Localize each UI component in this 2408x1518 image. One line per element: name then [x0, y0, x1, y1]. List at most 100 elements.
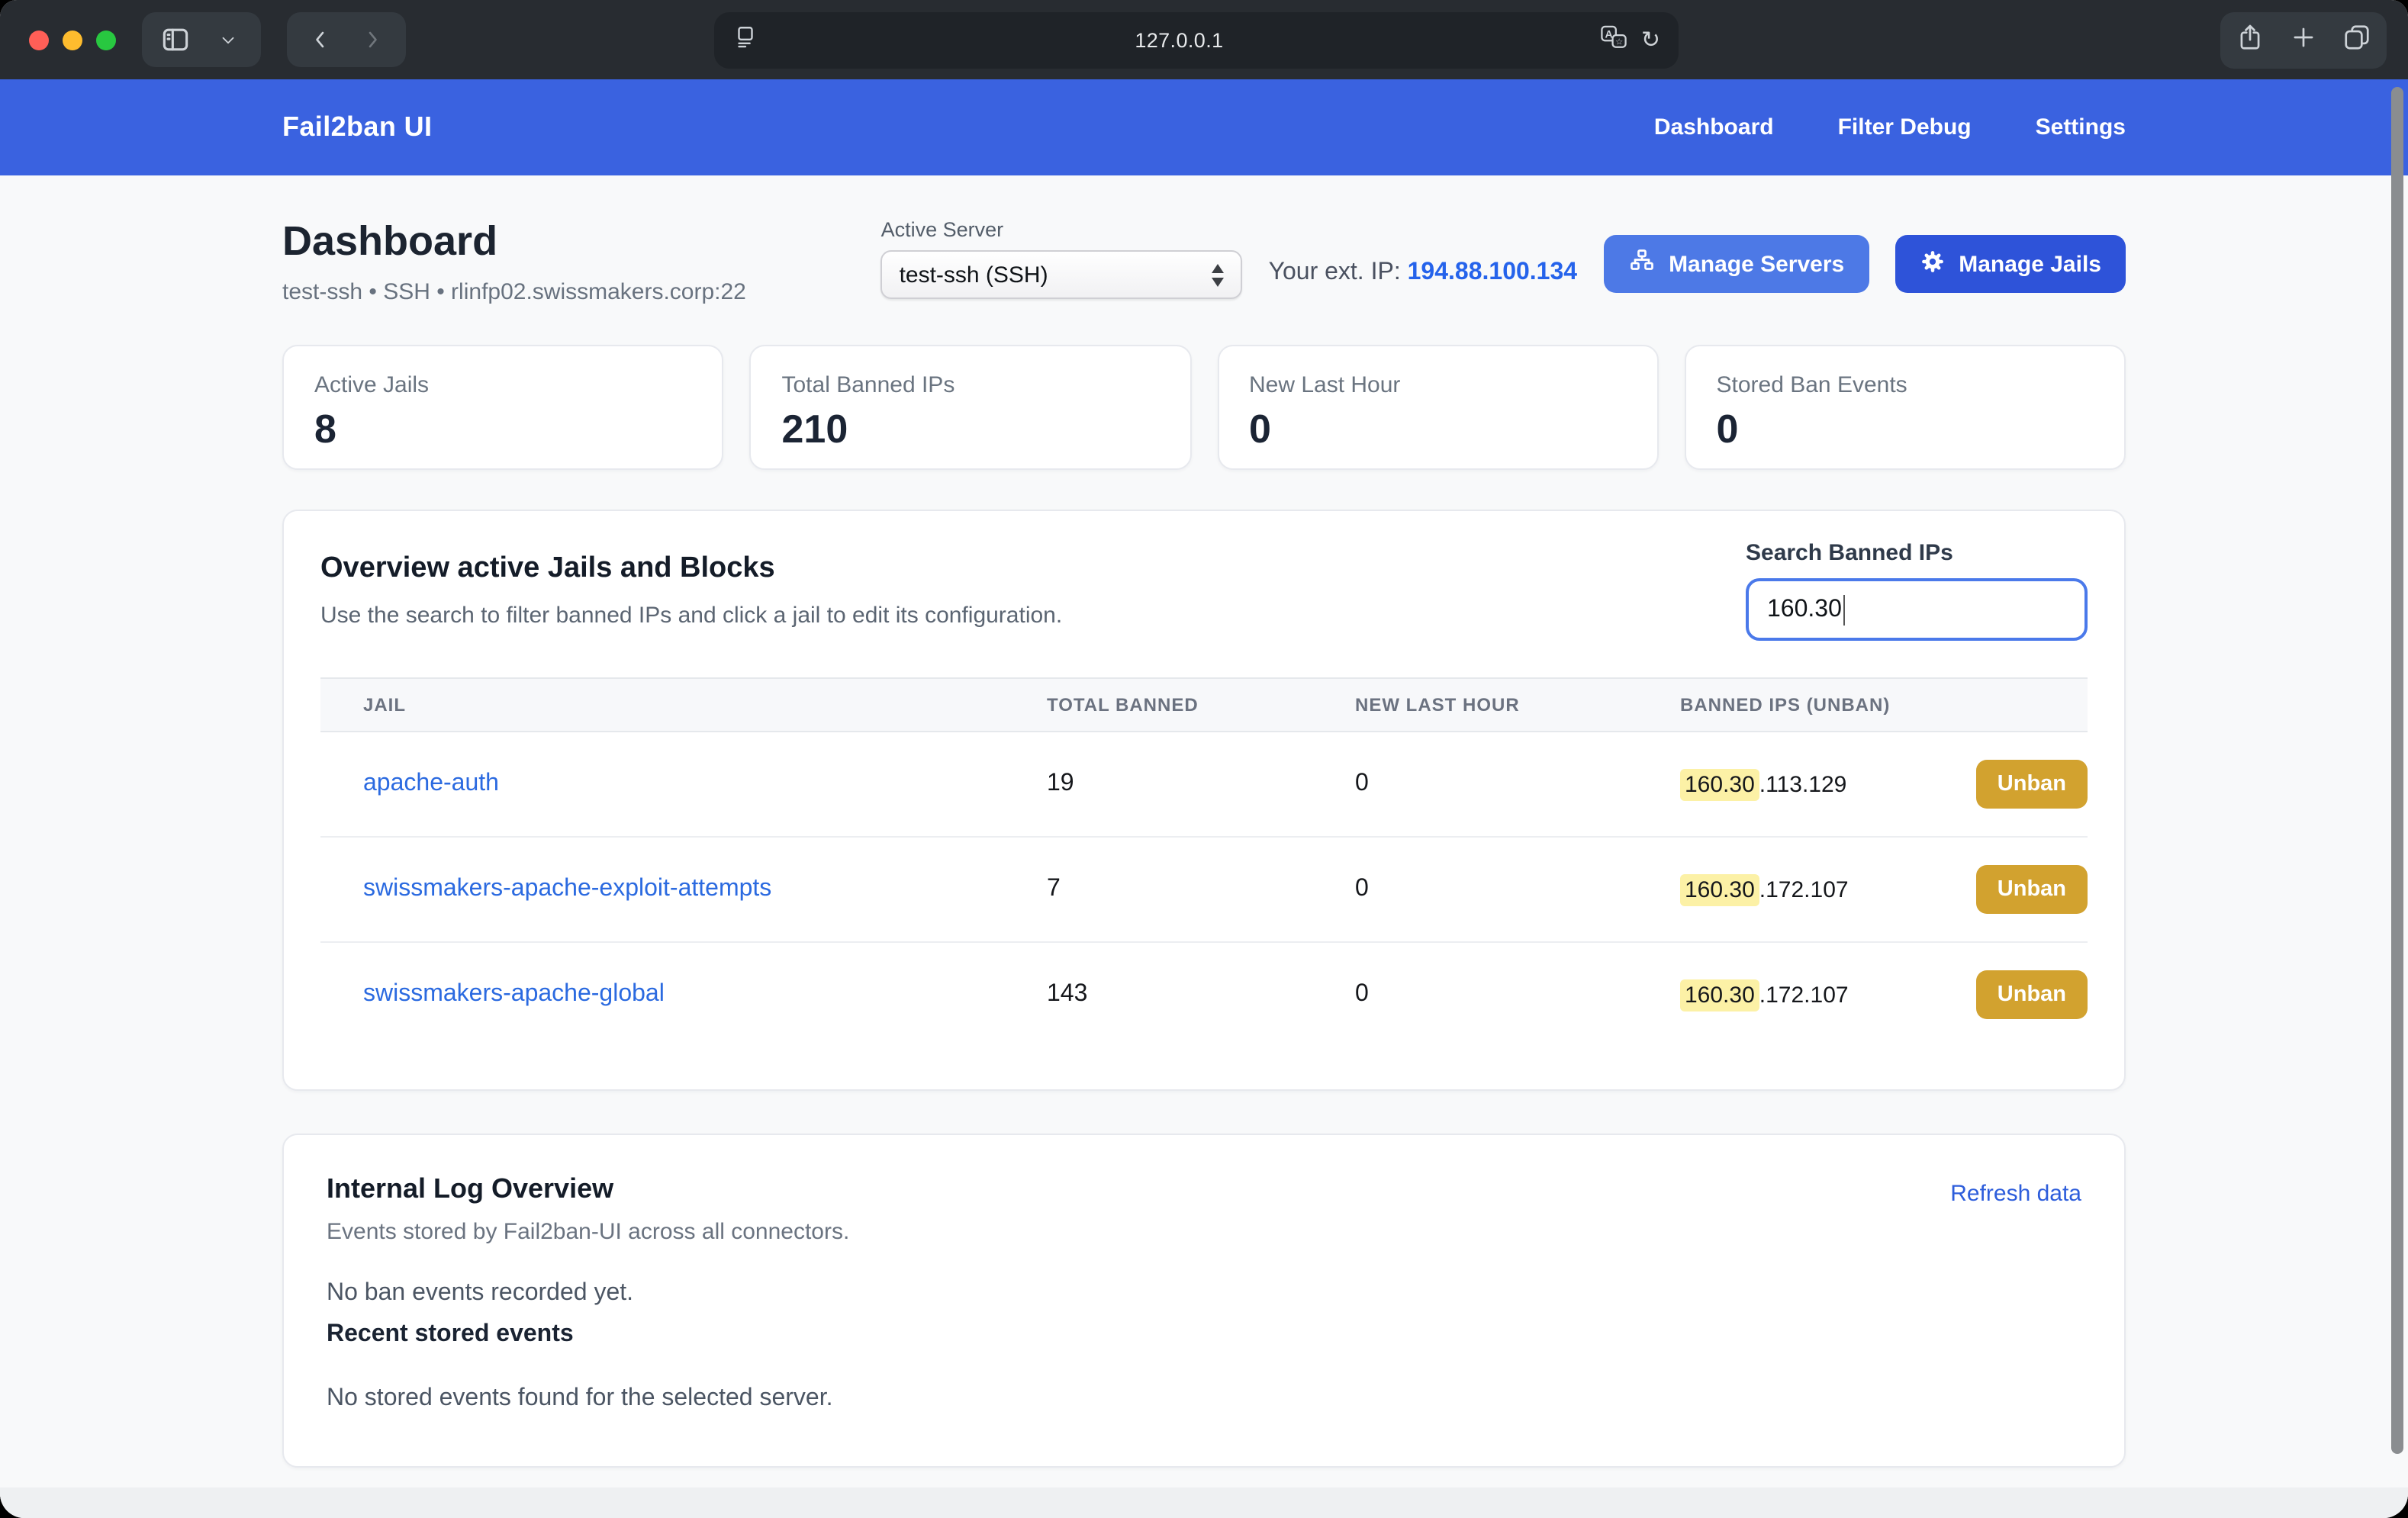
- stat-label: Total Banned IPs: [782, 372, 1160, 398]
- ip-rest: .172.107: [1759, 982, 1849, 1008]
- page-content: Dashboard test-ssh • SSH • rlinfp02.swis…: [0, 175, 2408, 1518]
- external-ip-label: Your ext. IP:: [1269, 259, 1401, 285]
- external-ip: Your ext. IP: 194.88.100.134: [1269, 259, 1578, 287]
- column-header-jail: Jail: [320, 694, 1004, 716]
- forward-icon[interactable]: [353, 17, 392, 63]
- screen: 127.0.0.1 A☆ ↻: [0, 0, 2408, 1518]
- reload-icon[interactable]: ↻: [1641, 29, 1660, 52]
- jails-overview-card: Overview active Jails and Blocks Use the…: [282, 510, 2126, 1091]
- ip-rest: .113.129: [1759, 771, 1847, 797]
- jail-link[interactable]: swissmakers-apache-global: [363, 981, 665, 1007]
- table-row: swissmakers-apache-exploit-attempts 7 0 …: [320, 838, 2088, 943]
- app-brand: Fail2ban UI: [282, 111, 432, 143]
- stat-card-new-last-hour: New Last Hour 0: [1217, 345, 1659, 470]
- stat-card-total-banned: Total Banned IPs 210: [750, 345, 1192, 470]
- nav-link-dashboard[interactable]: Dashboard: [1654, 114, 1774, 140]
- select-stepper-icon: [1208, 263, 1229, 286]
- page-subtitle: test-ssh • SSH • rlinfp02.swissmakers.co…: [282, 279, 746, 305]
- stat-value: 0: [1717, 406, 2094, 453]
- active-server-selected-value: test-ssh (SSH): [900, 262, 1208, 288]
- scrollbar[interactable]: [2391, 87, 2403, 1454]
- manage-servers-label: Manage Servers: [1669, 251, 1844, 277]
- svg-text:A: A: [1605, 27, 1613, 40]
- internal-log-card: Internal Log Overview Events stored by F…: [282, 1134, 2126, 1468]
- jail-link[interactable]: swissmakers-apache-exploit-attempts: [363, 876, 771, 902]
- jails-table: Jail Total Banned New Last Hour Banned I…: [320, 677, 2088, 1047]
- sidebar-button-group: [142, 12, 261, 67]
- column-header-new-last-hour: New Last Hour: [1312, 694, 1637, 716]
- sidebar-toggle-icon[interactable]: [156, 17, 195, 63]
- ip-rest: .172.107: [1759, 876, 1849, 902]
- history-button-group: [287, 12, 406, 67]
- new-last-hour-value: 0: [1312, 981, 1637, 1008]
- stat-card-active-jails: Active Jails 8: [282, 345, 724, 470]
- active-server-select[interactable]: test-ssh (SSH): [881, 250, 1243, 299]
- url-text[interactable]: 127.0.0.1: [758, 29, 1600, 52]
- unban-button[interactable]: Unban: [1976, 865, 2088, 914]
- address-bar[interactable]: 127.0.0.1 A☆ ↻: [714, 12, 1679, 69]
- chevron-down-icon[interactable]: [208, 17, 247, 63]
- search-banned-ips-input[interactable]: 160.30: [1746, 578, 2088, 641]
- table-row: swissmakers-apache-global 143 0 160.30.1…: [320, 943, 2088, 1047]
- new-tab-icon[interactable]: [2289, 22, 2318, 59]
- column-header-total-banned: Total Banned: [1004, 694, 1312, 716]
- page-title: Dashboard: [282, 218, 746, 265]
- stat-card-stored-ban-events: Stored Ban Events 0: [1685, 345, 2126, 470]
- zoom-window-button[interactable]: [96, 30, 116, 50]
- banned-ip: 160.30.172.107: [1680, 982, 1849, 1008]
- external-ip-link[interactable]: 194.88.100.134: [1408, 259, 1577, 285]
- share-icon[interactable]: [2236, 22, 2265, 59]
- nav-link-filter-debug[interactable]: Filter Debug: [1838, 114, 1972, 140]
- total-banned-value: 7: [1004, 876, 1312, 903]
- nav-link-settings[interactable]: Settings: [2036, 114, 2126, 140]
- table-row: apache-auth 19 0 160.30.113.129 Unban: [320, 732, 2088, 838]
- ip-highlight: 160.30: [1680, 768, 1759, 800]
- stat-label: Stored Ban Events: [1717, 372, 2094, 398]
- page-settings-icon[interactable]: [732, 24, 758, 57]
- stat-cards: Active Jails 8 Total Banned IPs 210 New …: [282, 345, 2126, 470]
- manage-jails-button[interactable]: Manage Jails: [1895, 235, 2126, 293]
- refresh-data-link[interactable]: Refresh data: [1950, 1181, 2081, 1207]
- no-ban-events-text: No ban events recorded yet.: [327, 1280, 2081, 1307]
- new-last-hour-value: 0: [1312, 876, 1637, 903]
- translate-icon[interactable]: A☆: [1600, 24, 1629, 57]
- jail-link[interactable]: apache-auth: [363, 770, 499, 796]
- recent-stored-events-title: Recent stored events: [327, 1321, 2081, 1349]
- unban-button[interactable]: Unban: [1976, 970, 2088, 1019]
- stat-label: Active Jails: [314, 372, 692, 398]
- total-banned-value: 19: [1004, 770, 1312, 798]
- minimize-window-button[interactable]: [63, 30, 82, 50]
- text-caret: [1843, 594, 1846, 625]
- stat-value: 210: [782, 406, 1160, 453]
- window-footer-strip: [0, 1487, 2408, 1518]
- active-server-label: Active Server: [881, 218, 1243, 241]
- app-navbar: Fail2ban UI Dashboard Filter Debug Setti…: [0, 79, 2408, 175]
- overview-subtitle: Use the search to filter banned IPs and …: [320, 603, 1062, 629]
- search-input-value: 160.30: [1767, 596, 1842, 623]
- total-banned-value: 143: [1004, 981, 1312, 1008]
- stat-value: 0: [1249, 406, 1627, 453]
- svg-text:☆: ☆: [1616, 37, 1624, 46]
- banned-ip: 160.30.172.107: [1680, 876, 1849, 902]
- back-icon[interactable]: [301, 17, 340, 63]
- banned-ip: 160.30.113.129: [1680, 771, 1846, 797]
- log-subtitle: Events stored by Fail2ban-UI across all …: [327, 1219, 2081, 1245]
- window-controls: [29, 30, 116, 50]
- stat-value: 8: [314, 406, 692, 453]
- log-title: Internal Log Overview: [327, 1173, 2081, 1205]
- unban-button[interactable]: Unban: [1976, 760, 2088, 809]
- browser-window: 127.0.0.1 A☆ ↻: [0, 0, 2408, 1518]
- search-banned-ips-label: Search Banned IPs: [1746, 540, 2088, 566]
- toolbar-right-group: [2220, 12, 2387, 69]
- jails-table-header: Jail Total Banned New Last Hour Banned I…: [320, 677, 2088, 732]
- close-window-button[interactable]: [29, 30, 49, 50]
- new-last-hour-value: 0: [1312, 770, 1637, 798]
- gear-icon: [1919, 248, 1945, 280]
- stat-label: New Last Hour: [1249, 372, 1627, 398]
- manage-servers-button[interactable]: Manage Servers: [1603, 235, 1869, 293]
- browser-titlebar: 127.0.0.1 A☆ ↻: [0, 0, 2408, 79]
- overview-title: Overview active Jails and Blocks: [320, 552, 1062, 586]
- tab-overview-icon[interactable]: [2342, 22, 2371, 59]
- manage-jails-label: Manage Jails: [1959, 251, 2101, 277]
- ip-highlight: 160.30: [1680, 979, 1759, 1011]
